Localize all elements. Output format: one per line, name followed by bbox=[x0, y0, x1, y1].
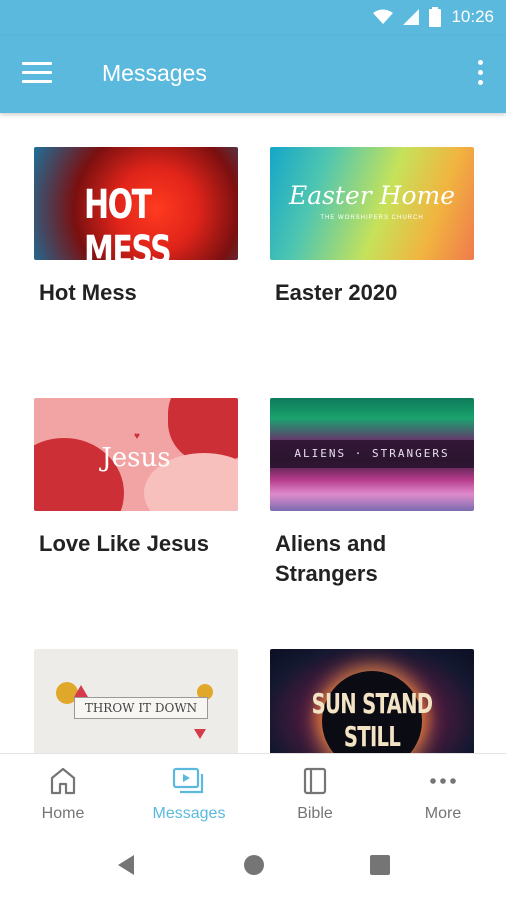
message-card-hot-mess[interactable]: HOT MESS Hot Mess bbox=[34, 147, 238, 308]
app-bar: Messages bbox=[0, 36, 506, 113]
message-thumbnail[interactable]: Easter Home THE WORSHIPERS CHURCH bbox=[270, 147, 474, 260]
nav-item-more[interactable]: More bbox=[380, 754, 506, 832]
artwork-subtext: THE WORSHIPERS CHURCH bbox=[320, 215, 424, 221]
more-vert-icon[interactable] bbox=[476, 60, 484, 90]
status-bar: 10:26 bbox=[0, 0, 506, 36]
battery-icon bbox=[429, 7, 442, 27]
message-title: Hot Mess bbox=[39, 280, 137, 305]
system-navigation-bar bbox=[0, 831, 506, 900]
recents-icon[interactable] bbox=[370, 853, 390, 877]
message-thumbnail[interactable]: THROW IT DOWN bbox=[34, 649, 238, 753]
more-horiz-icon bbox=[430, 778, 456, 784]
artwork-text: Jesus bbox=[101, 443, 171, 473]
status-icons: 10:26 bbox=[373, 7, 494, 27]
message-card-throw-it-down[interactable]: THROW IT DOWN bbox=[34, 649, 238, 753]
nav-item-home[interactable]: Home bbox=[0, 754, 126, 832]
message-title: Love Like Jesus bbox=[39, 531, 209, 556]
artwork-text: Easter Home bbox=[288, 181, 456, 210]
signal-icon bbox=[403, 9, 420, 25]
home-icon bbox=[50, 767, 76, 795]
video-library-icon bbox=[172, 767, 204, 794]
message-card-sun-stand-still[interactable]: SUN STAND STILL bbox=[270, 649, 474, 753]
wifi-icon bbox=[373, 9, 394, 24]
menu-icon[interactable] bbox=[22, 62, 52, 86]
nav-item-label: Home bbox=[41, 805, 85, 822]
nav-item-label: More bbox=[424, 805, 462, 822]
heart-icon: ♥ bbox=[134, 431, 140, 442]
nav-item-messages[interactable]: Messages bbox=[126, 754, 252, 832]
bottom-navigation: Home Messages Bible More bbox=[0, 753, 506, 831]
book-icon bbox=[303, 767, 327, 795]
message-thumbnail[interactable]: ♥ Jesus bbox=[34, 398, 238, 511]
nav-item-label: Bible bbox=[297, 805, 333, 822]
artwork-text: THROW IT DOWN bbox=[74, 697, 208, 719]
nav-item-label: Messages bbox=[152, 805, 226, 822]
back-icon[interactable] bbox=[116, 853, 136, 877]
page-title: Messages bbox=[102, 60, 207, 86]
message-thumbnail[interactable]: SUN STAND STILL bbox=[270, 649, 474, 753]
artwork-text: ALIENS · STRANGERS bbox=[294, 447, 450, 460]
message-card-love-like-jesus[interactable]: ♥ Jesus Love Like Jesus bbox=[34, 398, 238, 559]
status-time: 10:26 bbox=[451, 7, 494, 26]
message-card-aliens-and-strangers[interactable]: ALIENS · STRANGERS Aliens and Strangers bbox=[270, 398, 474, 589]
message-thumbnail[interactable]: HOT MESS bbox=[34, 147, 238, 260]
message-title: Easter 2020 bbox=[275, 280, 398, 305]
message-card-easter-2020[interactable]: Easter Home THE WORSHIPERS CHURCH Easter… bbox=[270, 147, 474, 308]
message-thumbnail[interactable]: ALIENS · STRANGERS bbox=[270, 398, 474, 511]
artwork-text: SUN STAND STILL bbox=[311, 687, 433, 753]
message-title: Aliens and Strangers bbox=[275, 531, 387, 586]
messages-grid: HOT MESS Hot Mess Easter Home THE WORSHI… bbox=[0, 113, 506, 753]
home-circle-icon[interactable] bbox=[243, 853, 265, 877]
artwork-text: HOT MESS bbox=[84, 182, 172, 260]
nav-item-bible[interactable]: Bible bbox=[252, 754, 378, 832]
